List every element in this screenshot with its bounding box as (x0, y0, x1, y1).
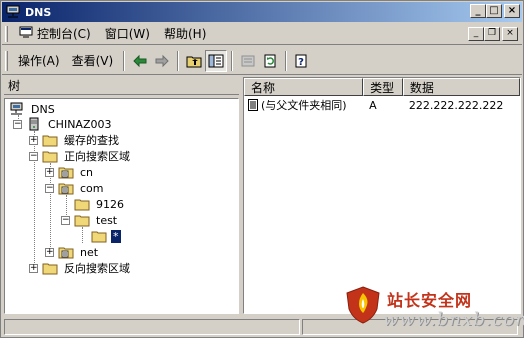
tree-node-forward-lookup-zones[interactable]: − 正向搜索区域 (29, 148, 132, 164)
zone-icon (58, 245, 74, 259)
watermark-url: www.bnxb.com (383, 309, 524, 330)
watermark-name: 站长安全网 (387, 291, 473, 310)
watermark: 站长安全网 www.bnxb.com (341, 283, 524, 335)
zone-icon (58, 181, 74, 195)
collapse-icon[interactable]: − (13, 119, 22, 129)
tree-header: 树 (4, 77, 239, 95)
tree-node-label: 9126 (96, 197, 124, 211)
record-type: A (369, 98, 377, 112)
refresh-icon[interactable] (259, 50, 281, 72)
tree-node-label: net (80, 245, 99, 259)
tree-node-label: com (80, 181, 104, 195)
toolbar-grip (5, 50, 8, 71)
folder-icon (42, 261, 58, 275)
dns-icon (9, 102, 25, 116)
toolbar-separator (177, 50, 180, 71)
folder-icon (42, 133, 58, 147)
status-panel-main (4, 319, 300, 335)
tree-node-server[interactable]: − CHINAZ003 (13, 116, 113, 132)
toolbar-separator (231, 50, 234, 71)
tree-node-dns[interactable]: DNS (9, 101, 57, 117)
expand-icon[interactable]: + (45, 167, 54, 177)
menu-help[interactable]: 帮助(H) (157, 25, 213, 42)
action-menu[interactable]: 操作(A) (12, 52, 66, 69)
forward-icon[interactable] (151, 50, 173, 72)
collapse-icon[interactable]: − (29, 151, 38, 161)
collapse-icon[interactable]: − (61, 215, 70, 225)
column-headers: 名称 类型 数据 (244, 78, 520, 96)
tree-node-label: cn (80, 165, 94, 179)
svg-text:?: ? (298, 57, 304, 68)
toolbar: 操作(A) 查看(V) ? (2, 47, 522, 75)
properties-icon[interactable] (237, 50, 259, 72)
column-header-name[interactable]: 名称 (244, 78, 364, 96)
tree-node-label: CHINAZ003 (48, 117, 112, 131)
title-bar[interactable]: DNS _ □ × (2, 2, 522, 22)
tree-node-9126[interactable]: 9126 (74, 196, 126, 212)
expand-icon[interactable]: + (29, 263, 38, 273)
collapse-icon[interactable]: − (45, 183, 54, 193)
zone-icon (58, 165, 74, 179)
toolbar-separator (285, 50, 288, 71)
folder-icon (42, 149, 58, 163)
tree-node-wildcard[interactable]: * (91, 228, 121, 244)
child-close-button[interactable]: × (502, 27, 518, 41)
toolbar-separator (123, 50, 126, 71)
shield-logo-icon (343, 285, 383, 325)
record-icon (248, 99, 258, 111)
folder-icon (91, 229, 107, 243)
tree-node-label: * (111, 229, 121, 243)
expand-icon[interactable]: + (29, 135, 38, 145)
menu-grip (5, 25, 8, 42)
tree-node-test[interactable]: − test (61, 212, 119, 228)
tree-node-cached-lookups[interactable]: + 缓存的查找 (29, 132, 121, 148)
window-title: DNS (25, 5, 52, 19)
expand-icon[interactable]: + (45, 247, 54, 257)
tree-pane: 树 DNS − CHINAZ003 + 缓存的查找 − 正向搜索区域 + cn … (4, 77, 239, 314)
details-pane: 名称 类型 数据 (与父文件夹相同) A 222.222.222.222 (243, 77, 521, 314)
tree-node-label: 正向搜索区域 (64, 150, 130, 163)
maximize-button[interactable]: □ (486, 4, 502, 18)
console-icon (19, 26, 33, 41)
record-data: 222.222.222.222 (408, 98, 504, 112)
child-minimize-button[interactable]: _ (468, 27, 484, 41)
show-hide-tree-icon[interactable] (205, 49, 228, 72)
tree-node-zone-com[interactable]: − com (45, 180, 106, 196)
tree-node-label: 反向搜索区域 (64, 262, 130, 275)
menu-window[interactable]: 窗口(W) (98, 25, 157, 42)
view-menu[interactable]: 查看(V) (66, 52, 120, 69)
dns-icon (5, 4, 21, 20)
list-item[interactable]: (与父文件夹相同) A 222.222.222.222 (244, 96, 520, 114)
tree-node-label: test (96, 213, 118, 227)
column-header-type[interactable]: 类型 (363, 78, 403, 96)
tree-node-reverse-lookup-zones[interactable]: + 反向搜索区域 (29, 260, 132, 276)
tree-node-label: 缓存的查找 (64, 134, 119, 147)
back-icon[interactable] (129, 50, 151, 72)
tree-node-label: DNS (31, 102, 55, 116)
folder-icon (74, 197, 90, 211)
mmc-window: DNS _ □ × 控制台(C) 窗口(W) 帮助(H) _ ❐ × 操作(A)… (0, 0, 524, 338)
tree-node-zone-cn[interactable]: + cn (45, 164, 95, 180)
close-button[interactable]: × (504, 4, 520, 18)
column-header-data[interactable]: 数据 (402, 78, 520, 96)
tree-node-zone-net[interactable]: + net (45, 244, 100, 260)
menu-console[interactable]: 控制台(C) (12, 25, 98, 42)
help-icon[interactable]: ? (291, 50, 313, 72)
child-restore-button[interactable]: ❐ (484, 27, 500, 41)
up-one-level-icon[interactable] (183, 50, 205, 72)
menu-bar: 控制台(C) 窗口(W) 帮助(H) _ ❐ × (2, 23, 522, 45)
minimize-button[interactable]: _ (470, 4, 486, 18)
record-name: (与父文件夹相同) (261, 99, 347, 112)
console-tree[interactable]: DNS − CHINAZ003 + 缓存的查找 − 正向搜索区域 + cn − … (4, 98, 239, 314)
folder-icon (74, 213, 90, 227)
server-icon (26, 117, 42, 131)
